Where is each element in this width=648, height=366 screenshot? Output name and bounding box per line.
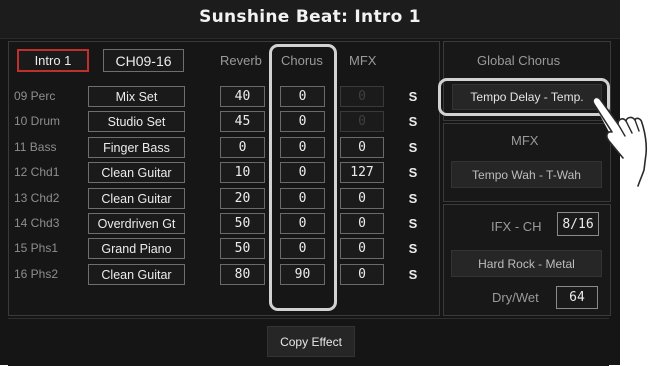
voice-button[interactable]: Grand Piano: [88, 238, 185, 259]
channel-label: 09 Perc: [14, 89, 56, 103]
channel-label: 10 Drum: [14, 114, 61, 128]
reverb-value[interactable]: 0: [220, 137, 265, 158]
reverb-value[interactable]: 80: [220, 264, 265, 285]
reverb-value[interactable]: 20: [220, 188, 265, 209]
channel-label: 13 Chd2: [14, 191, 60, 205]
solo-button[interactable]: S: [403, 188, 423, 209]
mfx-header: MFX: [349, 53, 377, 68]
voice-button[interactable]: Finger Bass: [88, 137, 185, 158]
pointing-hand-icon: [592, 96, 648, 187]
voice-button[interactable]: Clean Guitar: [88, 162, 185, 183]
mfx-value: 0: [340, 86, 384, 107]
voice-button[interactable]: Clean Guitar: [88, 188, 185, 209]
mfx-value[interactable]: 0: [340, 238, 384, 259]
voice-button[interactable]: Studio Set: [88, 111, 185, 132]
drywet-value[interactable]: 64: [556, 286, 598, 309]
ifx-channel-label: IFX - CH: [491, 219, 542, 234]
reverb-value[interactable]: 50: [220, 213, 265, 234]
chorus-column-highlight: [269, 44, 337, 311]
global-chorus-label: Global Chorus: [477, 53, 561, 68]
reverb-value[interactable]: 45: [220, 111, 265, 132]
solo-button[interactable]: S: [403, 238, 423, 259]
voice-button[interactable]: Mix Set: [88, 86, 185, 107]
solo-button[interactable]: S: [403, 213, 423, 234]
solo-button[interactable]: S: [403, 137, 423, 158]
mfx-value[interactable]: 0: [340, 213, 384, 234]
reverb-header: Reverb: [220, 53, 262, 68]
reverb-value[interactable]: 10: [220, 162, 265, 183]
solo-button[interactable]: S: [403, 162, 423, 183]
reverb-value[interactable]: 50: [220, 238, 265, 259]
title-bar: Sunshine Beat: Intro 1: [0, 0, 620, 39]
ifx-type-select[interactable]: Hard Rock - Metal: [451, 250, 602, 277]
solo-button[interactable]: S: [403, 111, 423, 132]
solo-button[interactable]: S: [403, 264, 423, 285]
mfx-value[interactable]: 0: [340, 137, 384, 158]
mfx-value: 0: [340, 111, 384, 132]
solo-button[interactable]: S: [403, 86, 423, 107]
mfx-value[interactable]: 0: [340, 188, 384, 209]
mfx-label: MFX: [511, 133, 539, 148]
reverb-value[interactable]: 40: [220, 86, 265, 107]
drywet-label: Dry/Wet: [492, 290, 539, 305]
section-tab-intro[interactable]: Intro 1: [17, 49, 89, 72]
channel-label: 16 Phs2: [14, 267, 59, 281]
channel-label: 12 Chd1: [14, 165, 60, 179]
mfx-value[interactable]: 0: [340, 264, 384, 285]
mfx-type-select[interactable]: Tempo Wah - T-Wah: [451, 161, 602, 188]
page-title: Sunshine Beat: Intro 1: [199, 7, 421, 27]
voice-button[interactable]: Clean Guitar: [88, 264, 185, 285]
mfx-value[interactable]: 127: [340, 162, 384, 183]
global-chorus-highlight: [438, 78, 610, 116]
channel-label: 14 Chd3: [14, 216, 60, 230]
channel-label: 11 Bass: [14, 140, 57, 154]
ifx-channel-value[interactable]: 8/16: [557, 212, 599, 236]
channel-range-button[interactable]: CH09-16: [103, 49, 184, 72]
voice-button[interactable]: Overdriven Gt: [88, 213, 185, 234]
copy-effect-button[interactable]: Copy Effect: [267, 326, 355, 357]
channel-label: 15 Phs1: [14, 241, 59, 255]
